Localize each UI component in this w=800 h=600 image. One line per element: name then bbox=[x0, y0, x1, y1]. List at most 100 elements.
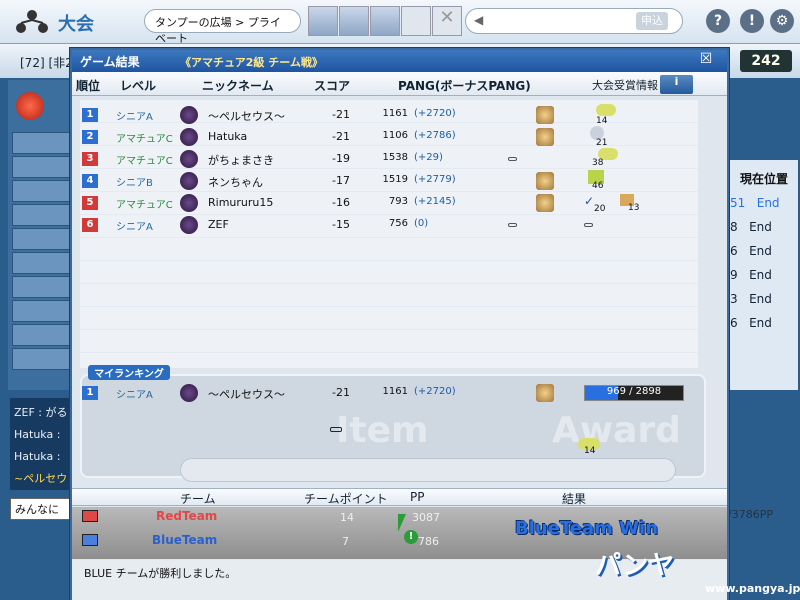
col-team-points: チームポイント bbox=[304, 492, 388, 506]
heart-icon[interactable] bbox=[401, 6, 431, 36]
level-label: シニアA bbox=[116, 222, 153, 233]
award-count: 46 bbox=[592, 181, 604, 191]
score: -16 bbox=[332, 196, 350, 209]
chat-scope-select[interactable]: みんなに bbox=[10, 498, 72, 520]
player-slot[interactable] bbox=[12, 132, 72, 154]
chat-line: Hatuka : bbox=[14, 428, 61, 441]
player-slot[interactable] bbox=[12, 348, 72, 370]
rank-badge: 2 bbox=[82, 130, 98, 144]
bonus-pang: (+2786) bbox=[414, 130, 456, 141]
club-icon bbox=[180, 150, 198, 168]
my-ranking-tag: マイランキング bbox=[88, 365, 170, 380]
score: -17 bbox=[332, 174, 350, 187]
close-button[interactable]: ☒ bbox=[696, 51, 716, 69]
window-title: ゲーム結果 bbox=[72, 50, 727, 72]
avatar[interactable] bbox=[370, 6, 400, 36]
pp-total: /3786PP bbox=[728, 508, 773, 521]
player-slot[interactable] bbox=[12, 324, 72, 346]
trophy-icon bbox=[536, 194, 554, 212]
table-row[interactable]: 3 アマチュアC がちょまさき -19 1538 (+29) 38 bbox=[80, 148, 698, 170]
send-button[interactable]: 申込 bbox=[636, 12, 668, 30]
table-row[interactable]: 5 アマチュアC Rimururu15 -16 793 (+2145) ✓ 20… bbox=[80, 192, 698, 214]
speaker-icon: ◀ bbox=[474, 13, 484, 27]
club-icon bbox=[180, 106, 198, 124]
team-pp: 786 bbox=[418, 535, 439, 548]
breadcrumb[interactable]: タンプーの広場 > プライベート bbox=[144, 9, 301, 45]
position-row: 6 End bbox=[730, 244, 772, 258]
cursor-icon bbox=[398, 514, 406, 532]
pang: 1519 bbox=[382, 174, 408, 185]
player-slot[interactable] bbox=[12, 300, 72, 322]
record-icon[interactable] bbox=[16, 92, 44, 120]
gear-icon[interactable]: ⚙ bbox=[770, 9, 794, 33]
team-color-swatch bbox=[82, 534, 98, 546]
pang: 793 bbox=[388, 196, 408, 207]
page-title: 大会 bbox=[58, 14, 94, 35]
col-score: スコア bbox=[314, 79, 351, 93]
nickname: ～ペルセウス～ bbox=[208, 388, 285, 401]
nickname: がちょまさき bbox=[208, 154, 274, 167]
player-slot[interactable] bbox=[12, 180, 72, 202]
trophy-icon bbox=[536, 128, 554, 146]
col-award: 大会受賞情報 bbox=[592, 79, 658, 92]
table-row[interactable]: 6 シニアA ZEF -15 756 (0) bbox=[80, 214, 698, 236]
award-count: 13 bbox=[628, 203, 640, 213]
award-info-button[interactable]: i bbox=[660, 75, 693, 94]
team-points: 14 bbox=[340, 511, 354, 524]
bonus-pang: (+2720) bbox=[414, 108, 456, 119]
close-icon[interactable]: ✕ bbox=[432, 6, 462, 36]
position-header: 現在位置 bbox=[740, 172, 789, 186]
avatar[interactable] bbox=[339, 6, 369, 36]
rank-badge: 3 bbox=[82, 152, 98, 166]
score: -19 bbox=[332, 152, 350, 165]
site-url: www.pangya.jp bbox=[705, 582, 800, 595]
award-count: 20 bbox=[594, 204, 606, 214]
position-row: 8 End bbox=[730, 220, 772, 234]
table-row[interactable]: 4 シニアB ネンちゃん -17 1519 (+2779) 46 bbox=[80, 170, 698, 192]
position-row: 9 End bbox=[730, 268, 772, 282]
pang: 1161 bbox=[382, 386, 408, 397]
trophy-icon bbox=[536, 106, 554, 124]
nickname: Hatuka bbox=[208, 130, 248, 143]
col-level: レベル bbox=[120, 79, 157, 93]
chat-line: Hatuka : bbox=[14, 450, 61, 463]
window-subtitle: 《アマチュア2級 チーム戦》 bbox=[180, 56, 323, 69]
player-slot[interactable] bbox=[12, 156, 72, 178]
col-nick: ニックネーム bbox=[202, 79, 274, 93]
level-label: シニアA bbox=[116, 112, 153, 123]
rank-badge: 6 bbox=[82, 218, 98, 232]
player-slot[interactable] bbox=[12, 276, 72, 298]
alert-icon[interactable]: ! bbox=[740, 9, 764, 33]
score-display: 242 bbox=[740, 50, 792, 72]
avatar[interactable] bbox=[308, 6, 338, 36]
rank-badge: 5 bbox=[82, 196, 98, 210]
rank-badge: 1 bbox=[82, 108, 98, 122]
player-slot[interactable] bbox=[12, 204, 72, 226]
tournament-icon bbox=[16, 10, 48, 33]
club-icon bbox=[180, 128, 198, 146]
player-slot[interactable] bbox=[12, 252, 72, 274]
rank-icon[interactable]: ? bbox=[706, 9, 730, 33]
col-pp: PP bbox=[410, 490, 425, 504]
team-points: 7 bbox=[342, 535, 349, 548]
team-header bbox=[72, 488, 727, 506]
nickname: Rimururu15 bbox=[208, 196, 274, 209]
item-watermark: Item bbox=[336, 410, 429, 451]
club-icon bbox=[180, 172, 198, 190]
table-row[interactable]: 1 シニアA ～ペルセウス～ -21 1161 (+2720) 14 bbox=[80, 104, 698, 126]
position-row: 51 End bbox=[730, 196, 780, 210]
score: -21 bbox=[332, 108, 350, 121]
player-slot[interactable] bbox=[12, 228, 72, 250]
bonus-pang: (+2145) bbox=[414, 196, 456, 207]
club-icon bbox=[180, 384, 198, 402]
col-pang: PANG(ボーナスPANG) bbox=[398, 79, 531, 93]
ranking-scrollbar[interactable] bbox=[180, 458, 676, 482]
club-icon bbox=[180, 216, 198, 234]
team-color-swatch bbox=[82, 510, 98, 522]
level-label: シニアB bbox=[116, 178, 153, 189]
room-label: [72] [非2 bbox=[20, 56, 73, 70]
bonus-pang: (+2720) bbox=[414, 386, 456, 397]
nickname: ネンちゃん bbox=[208, 176, 263, 189]
level-label: シニアA bbox=[116, 390, 153, 401]
table-row[interactable]: 2 アマチュアC Hatuka -21 1106 (+2786) 21 bbox=[80, 126, 698, 148]
